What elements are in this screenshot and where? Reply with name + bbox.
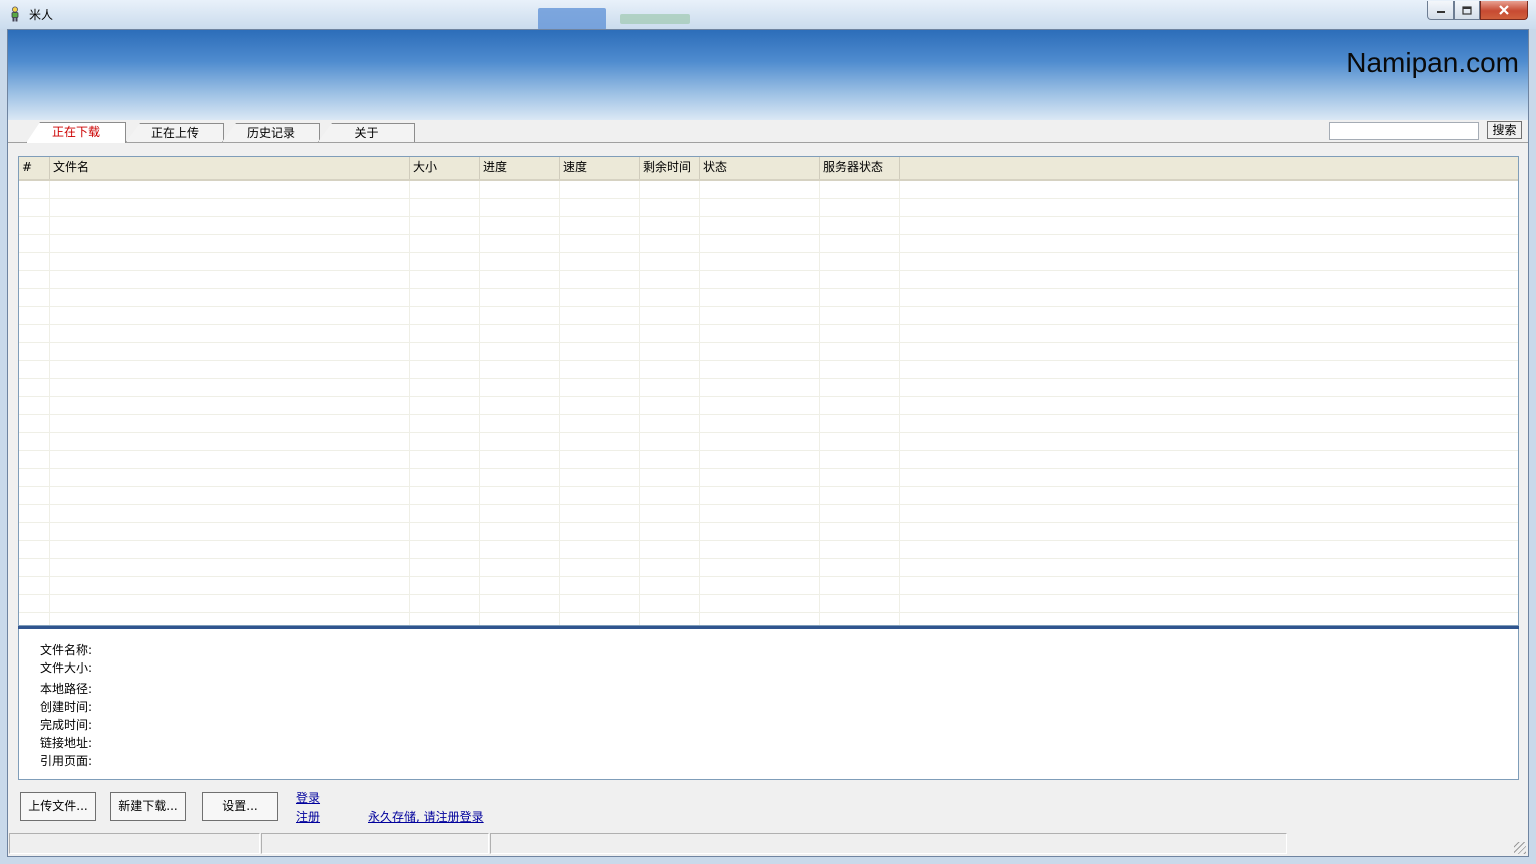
column-divider — [699, 181, 700, 625]
resize-grip-icon[interactable] — [1514, 842, 1526, 854]
column-header-speed[interactable]: 速度 — [560, 157, 640, 179]
search-button[interactable]: 搜索 — [1487, 121, 1522, 139]
detail-label-filename: 文件名称: — [40, 643, 93, 657]
column-header-status[interactable]: 状态 — [700, 157, 820, 179]
header-banner: Namipan.com — [8, 30, 1528, 120]
login-link[interactable]: 登录 — [296, 789, 320, 806]
minimize-button[interactable] — [1427, 1, 1454, 20]
app-person-icon — [11, 6, 19, 22]
tab-history[interactable]: 历史记录 — [222, 123, 320, 142]
background-taskbar-item — [620, 14, 690, 24]
column-divider — [899, 181, 900, 625]
detail-label-completed-time: 完成时间: — [40, 718, 93, 732]
tab-strip: 正在下载 正在上传 历史记录 关于 — [8, 120, 1528, 143]
maximize-button[interactable] — [1454, 1, 1480, 20]
column-divider — [49, 181, 50, 625]
column-header-filename[interactable]: 文件名 — [50, 157, 410, 179]
column-header-progress[interactable]: 进度 — [480, 157, 560, 179]
column-divider — [559, 181, 560, 625]
brand-logo-text: Namipan.com — [1346, 47, 1519, 78]
column-header-time-left[interactable]: 剩余时间 — [640, 157, 700, 179]
column-divider — [819, 181, 820, 625]
status-bar — [8, 832, 1528, 856]
search-input[interactable] — [1329, 122, 1479, 140]
tab-uploading[interactable]: 正在上传 — [126, 123, 224, 142]
column-divider — [479, 181, 480, 625]
detail-label-link-address: 链接地址: — [40, 736, 93, 750]
close-icon — [1499, 5, 1509, 15]
column-divider — [639, 181, 640, 625]
status-pane — [490, 833, 1287, 854]
background-taskbar-item — [538, 8, 606, 30]
register-promo-link[interactable]: 永久存储, 请注册登录 — [368, 808, 484, 825]
detail-label-created-time: 创建时间: — [40, 700, 93, 714]
minimize-icon — [1436, 11, 1445, 13]
detail-label-local-path: 本地路径: — [40, 682, 93, 696]
close-button[interactable] — [1480, 1, 1528, 20]
detail-label-filesize: 文件大小: — [40, 661, 93, 675]
tab-about[interactable]: 关于 — [318, 123, 415, 142]
column-header-index[interactable]: # — [19, 157, 50, 179]
column-header-size[interactable]: 大小 — [410, 157, 480, 179]
settings-button[interactable]: 设置... — [202, 792, 278, 821]
column-header-server-status[interactable]: 服务器状态 — [820, 157, 900, 179]
status-pane — [9, 833, 260, 854]
file-details-panel: 文件名称: 文件大小: 本地路径: 创建时间: 完成时间: 链接地址: 引用页面… — [18, 629, 1519, 780]
window-title: 米人 — [29, 8, 54, 22]
title-bar[interactable]: 米人 — [0, 0, 1536, 30]
new-download-button[interactable]: 新建下载... — [110, 792, 186, 821]
register-link[interactable]: 注册 — [296, 808, 320, 825]
upload-file-button[interactable]: 上传文件... — [20, 792, 96, 821]
column-divider — [409, 181, 410, 625]
tab-downloading[interactable]: 正在下载 — [26, 122, 126, 143]
transfer-list[interactable]: # 文件名 大小 进度 速度 剩余时间 状态 服务器状态 — [18, 156, 1519, 626]
list-body — [19, 181, 1518, 625]
maximize-icon — [1462, 5, 1472, 15]
app-window: 米人 Namipan.com 正在下载 正在上传 历史记录 关于 搜索 # 文件 — [0, 0, 1536, 864]
status-pane — [261, 833, 489, 854]
main-client-area: Namipan.com 正在下载 正在上传 历史记录 关于 搜索 # 文件名 大… — [7, 29, 1529, 857]
list-header: # 文件名 大小 进度 速度 剩余时间 状态 服务器状态 — [19, 157, 1518, 181]
detail-label-referrer-page: 引用页面: — [40, 754, 93, 768]
